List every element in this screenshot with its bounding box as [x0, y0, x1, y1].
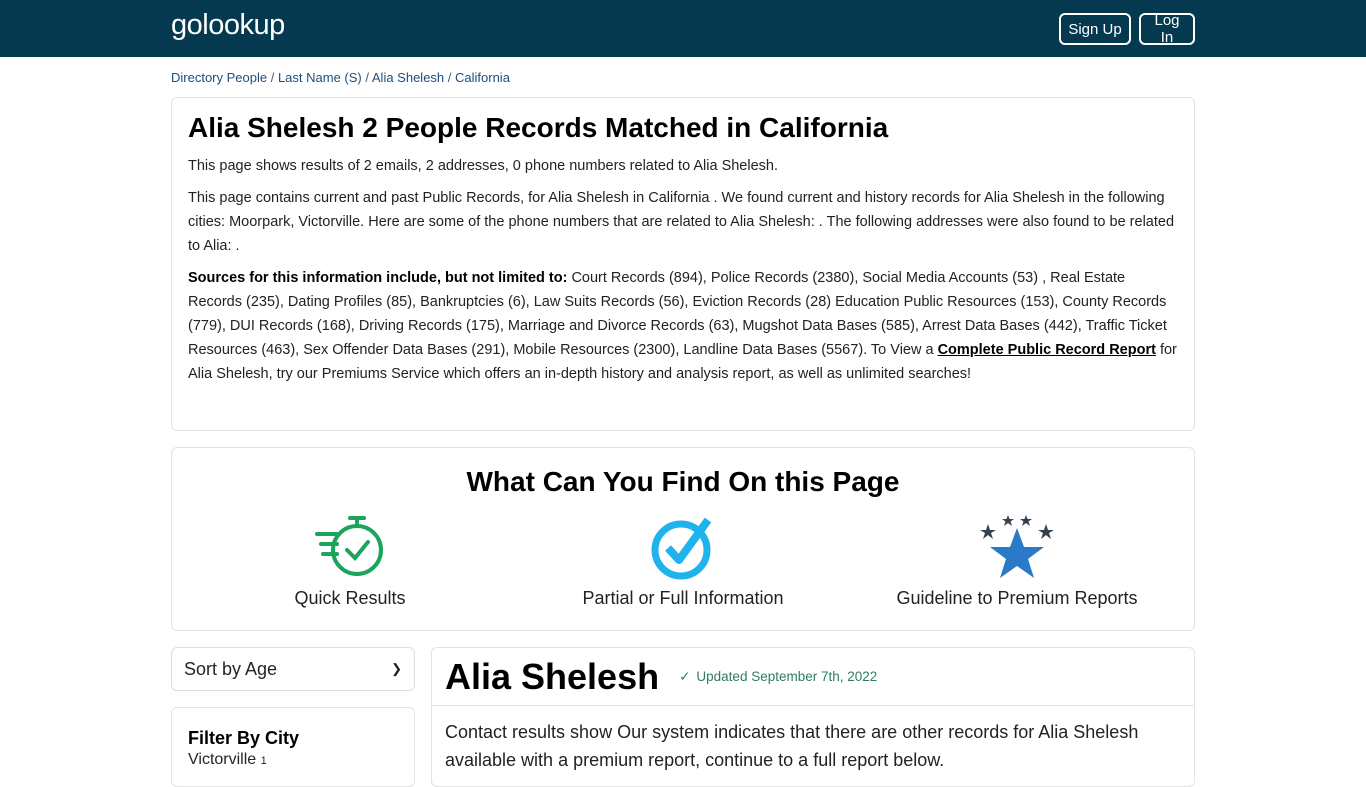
result-description: Contact results show Our system indicate… [445, 722, 1139, 770]
city-name: Victorville [188, 751, 257, 768]
check-icon: ✓ [679, 668, 691, 684]
person-result-card: Alia Shelesh ✓ Updated September 7th, 202… [431, 647, 1195, 787]
result-header: Alia Shelesh ✓ Updated September 7th, 202… [432, 648, 1194, 706]
updated-badge: ✓ Updated September 7th, 2022 [679, 669, 877, 685]
records-description: This page contains current and past Publ… [188, 190, 1175, 254]
results-summary: This page shows results of 2 emails, 2 a… [188, 158, 778, 174]
breadcrumb-state[interactable]: California [455, 70, 510, 85]
log-in-button[interactable]: Log In [1139, 12, 1195, 46]
breadcrumb-separator: / [267, 70, 278, 85]
complete-report-link[interactable]: Complete Public Record Report [938, 342, 1156, 358]
top-navbar: golookup Sign Up Log In [0, 0, 1366, 57]
updated-date: Updated September 7th, 2022 [696, 668, 878, 684]
breadcrumb-person[interactable]: Alia Shelesh [372, 70, 444, 85]
feature-premium-guideline: Guideline to Premium Reports [847, 514, 1187, 609]
breadcrumb-directory-people[interactable]: Directory People [171, 70, 267, 85]
filter-by-city-card: Filter By City Victorville 1 [171, 707, 415, 787]
sources-paragraph: Sources for this information include, bu… [188, 266, 1178, 386]
stopwatch-check-icon [315, 516, 383, 576]
page-title: Alia Shelesh 2 People Records Matched in… [188, 112, 889, 143]
breadcrumb: Directory People / Last Name (S) / Alia … [171, 70, 1195, 85]
chevron-down-icon: ❯ [391, 661, 402, 676]
breadcrumb-separator: / [361, 70, 372, 85]
city-filter-item[interactable]: Victorville 1 [188, 751, 398, 769]
sources-label: Sources for this information include, bu… [188, 270, 568, 286]
city-count: 1 [260, 755, 267, 767]
sort-select[interactable]: Sort by Age ❯ [171, 647, 415, 691]
feature-label: Guideline to Premium Reports [896, 588, 1138, 608]
feature-partial-full-info: Partial or Full Information [513, 514, 853, 609]
features-title: What Can You Find On this Page [466, 466, 900, 497]
features-card: What Can You Find On this Page Quick Res… [171, 447, 1195, 631]
intro-card: Alia Shelesh 2 People Records Matched in… [171, 97, 1195, 431]
breadcrumb-separator: / [444, 70, 456, 85]
circle-check-icon [651, 517, 712, 580]
filter-title: Filter By City [188, 728, 300, 748]
stars-icon [980, 515, 1054, 578]
person-name: Alia Shelesh [445, 655, 660, 697]
sign-up-button[interactable]: Sign Up [1059, 13, 1131, 45]
feature-label: Quick Results [294, 588, 406, 608]
breadcrumb-last-name[interactable]: Last Name (S) [278, 70, 362, 85]
golookup-logo[interactable]: golookup [171, 9, 285, 42]
feature-label: Partial or Full Information [582, 588, 784, 608]
feature-quick-results: Quick Results [180, 514, 520, 609]
sort-selected-value: Sort by Age [184, 658, 278, 679]
